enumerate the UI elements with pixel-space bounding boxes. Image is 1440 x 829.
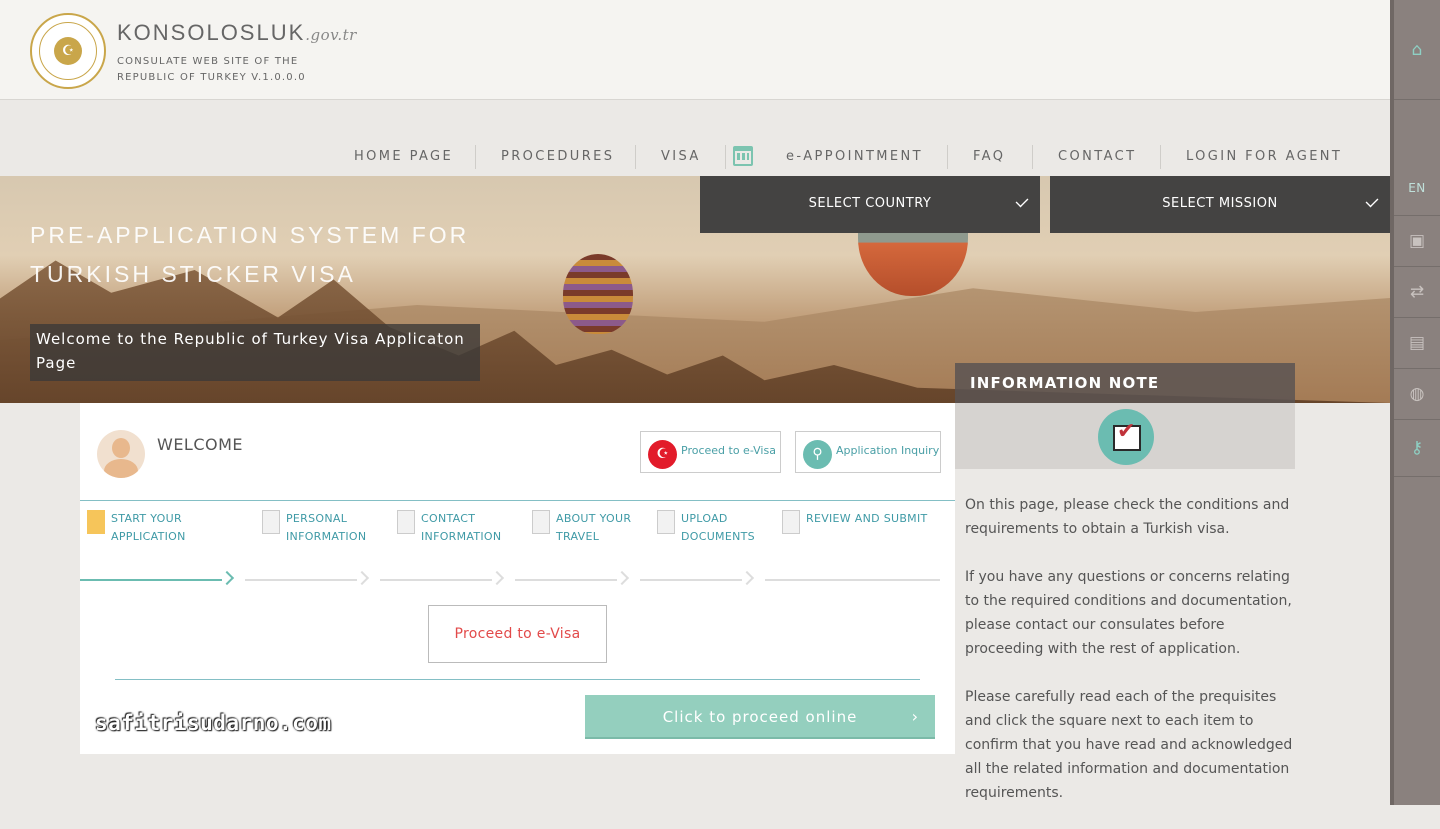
proceed-to-evisa-button[interactable]: Proceed to e-Visa xyxy=(428,605,607,663)
progress-segment-active xyxy=(80,579,222,581)
application-inquiry-button[interactable]: ⚲ Application Inquiry xyxy=(795,431,941,473)
hero-title-line: TURKISH STICKER VISA xyxy=(30,261,356,287)
nav-home-page[interactable]: HOME PAGE xyxy=(354,149,453,164)
document-icon xyxy=(262,510,280,534)
chevron-down-icon xyxy=(1365,194,1379,208)
crescent-star-icon: ☪ xyxy=(54,37,82,65)
nav-e-appointment[interactable]: e-APPOINTMENT xyxy=(786,149,923,164)
brand-name: KONSOLOSLUK xyxy=(117,20,306,45)
application-panel: WELCOME ☪ Proceed to e-Visa ⚲ Applicatio… xyxy=(80,403,955,754)
turkish-flag-icon: ☪ xyxy=(648,440,677,469)
start-application-icon xyxy=(87,510,105,534)
progress-segment xyxy=(640,579,742,581)
chevron-right-icon xyxy=(354,570,370,586)
info-paragraph: Please carefully read each of the prequi… xyxy=(965,689,1293,801)
key-icon[interactable]: ⚷ xyxy=(1394,420,1440,477)
progress-segment xyxy=(245,579,357,581)
hero-title: PRE-APPLICATION SYSTEM FOR TURKISH STICK… xyxy=(30,216,469,294)
click-to-proceed-online-button[interactable]: Click to proceed online › xyxy=(585,695,935,739)
step-label: UPLOAD xyxy=(681,512,728,525)
nav-login-for-agent[interactable]: LOGIN FOR AGENT xyxy=(1186,149,1342,164)
chevron-down-icon xyxy=(1015,194,1029,208)
select-mission-label: SELECT MISSION xyxy=(1162,196,1278,211)
step-label: TRAVEL xyxy=(556,530,600,543)
hot-air-balloon-image xyxy=(563,254,633,334)
site-header: ☪ KONSOLOSLUK.gov.tr CONSULATE WEB SITE … xyxy=(0,0,1390,100)
nav-separator xyxy=(1032,145,1033,169)
search-icon: ⚲ xyxy=(803,440,832,469)
chevron-right-icon: › xyxy=(911,707,919,726)
progress-segment xyxy=(765,579,940,581)
ministry-seal-logo[interactable]: ☪ xyxy=(30,13,106,89)
translate-icon[interactable]: ⇄ xyxy=(1394,267,1440,318)
step-start-application[interactable]: START YOUR APPLICATION xyxy=(87,510,186,546)
step-upload-documents[interactable]: UPLOAD DOCUMENTS xyxy=(657,510,755,546)
nav-contact[interactable]: CONTACT xyxy=(1058,149,1136,164)
chevron-right-icon xyxy=(489,570,505,586)
welcome-banner: Welcome to the Republic of Turkey Visa A… xyxy=(30,324,480,381)
avatar xyxy=(97,430,145,478)
step-label: REVIEW AND SUBMIT xyxy=(806,512,928,525)
checklist-icon xyxy=(1098,409,1154,465)
step-label: PERSONAL xyxy=(286,512,348,525)
info-paragraph: If you have any questions or concerns re… xyxy=(965,569,1292,657)
hero-title-line: PRE-APPLICATION SYSTEM FOR xyxy=(30,222,470,248)
nav-separator xyxy=(475,145,476,169)
right-sidebar: ⌂ EN ▣ ⇄ ▤ ◍ ⚷ xyxy=(1390,0,1440,805)
step-about-your-travel[interactable]: ABOUT YOUR TRAVEL xyxy=(532,510,632,546)
select-mission-dropdown[interactable]: SELECT MISSION xyxy=(1050,176,1390,233)
calendar-icon[interactable] xyxy=(733,146,753,166)
panel-divider xyxy=(115,679,920,680)
quick-button-label: Proceed to e-Visa xyxy=(681,444,776,457)
step-review-and-submit[interactable]: REVIEW AND SUBMIT xyxy=(782,510,928,534)
step-label: APPLICATION xyxy=(111,530,186,543)
globe-icon[interactable]: ◍ xyxy=(1394,369,1440,420)
proceed-online-label: Click to proceed online xyxy=(662,708,858,726)
site-subtitle: CONSULATE WEB SITE OF THE REPUBLIC OF TU… xyxy=(117,56,306,83)
select-country-label: SELECT COUNTRY xyxy=(808,196,932,211)
contact-icon xyxy=(397,510,415,534)
step-contact-information[interactable]: CONTACT INFORMATION xyxy=(397,510,502,546)
information-text: On this page, please check the condition… xyxy=(965,493,1295,829)
language-selector[interactable]: EN xyxy=(1394,100,1440,216)
site-brand[interactable]: KONSOLOSLUK.gov.tr xyxy=(117,20,357,46)
nav-faq[interactable]: FAQ xyxy=(973,149,1005,164)
calendar-search-icon[interactable]: ▣ xyxy=(1394,216,1440,267)
step-label: ABOUT YOUR xyxy=(556,512,632,525)
chevron-right-icon xyxy=(739,570,755,586)
chevron-right-icon xyxy=(614,570,630,586)
chevron-right-icon xyxy=(219,570,235,586)
proceed-evisa-quick-button[interactable]: ☪ Proceed to e-Visa xyxy=(640,431,781,473)
nav-separator xyxy=(725,145,726,169)
dictionary-icon[interactable]: ▤ xyxy=(1394,318,1440,369)
watermark-text: safitrisudarno.com xyxy=(95,711,332,735)
brand-suffix: .gov.tr xyxy=(305,26,357,44)
step-personal-information[interactable]: PERSONAL INFORMATION xyxy=(262,510,367,546)
step-label: START YOUR xyxy=(111,512,182,525)
home-icon[interactable]: ⌂ xyxy=(1394,0,1440,100)
upload-icon xyxy=(657,510,675,534)
info-paragraph: On this page, please check the condition… xyxy=(965,497,1290,537)
information-note-title: INFORMATION NOTE xyxy=(970,374,1160,392)
welcome-heading: WELCOME xyxy=(157,435,244,454)
checkbox-icon xyxy=(782,510,800,534)
steps-top-line xyxy=(80,500,955,501)
nav-separator xyxy=(947,145,948,169)
step-label: INFORMATION xyxy=(421,530,502,543)
progress-segment xyxy=(515,579,617,581)
nav-procedures[interactable]: PROCEDURES xyxy=(501,149,614,164)
quick-button-label: Application Inquiry xyxy=(836,444,940,457)
nav-separator xyxy=(1160,145,1161,169)
step-label: INFORMATION xyxy=(286,530,367,543)
nav-visa[interactable]: VISA xyxy=(661,149,701,164)
information-note-card: INFORMATION NOTE xyxy=(955,363,1295,469)
main-nav: HOME PAGE PROCEDURES VISA e-APPOINTMENT … xyxy=(0,100,1390,176)
nav-separator xyxy=(635,145,636,169)
progress-segment xyxy=(380,579,492,581)
select-country-dropdown[interactable]: SELECT COUNTRY xyxy=(700,176,1040,233)
step-label: DOCUMENTS xyxy=(681,530,755,543)
step-label: CONTACT xyxy=(421,512,476,525)
calendar-icon xyxy=(532,510,550,534)
